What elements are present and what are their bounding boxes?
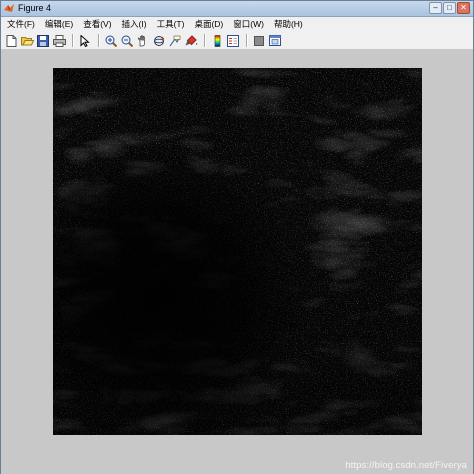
image-display bbox=[53, 68, 422, 435]
print-icon bbox=[52, 34, 66, 47]
figure-canvas: https://blog.csdn.net/Fiverya bbox=[1, 51, 473, 474]
save-button[interactable] bbox=[36, 34, 50, 48]
menu-window[interactable]: 窗口(W) bbox=[233, 17, 264, 32]
maximize-button[interactable]: □ bbox=[443, 2, 456, 14]
menu-file[interactable]: 文件(F) bbox=[7, 17, 35, 32]
menu-bar: 文件(F) 编辑(E) 查看(V) 插入(I) 工具(T) 桌面(D) 窗口(W… bbox=[1, 17, 473, 32]
brush-button[interactable] bbox=[184, 34, 198, 48]
open-file-icon bbox=[20, 37, 34, 46]
toolbar-separator bbox=[98, 34, 100, 47]
new-figure-button[interactable] bbox=[4, 34, 18, 48]
show-plot-tools-button[interactable] bbox=[268, 34, 282, 48]
pointer-button[interactable] bbox=[78, 34, 92, 48]
window-title: Figure 4 bbox=[18, 3, 52, 13]
show-plot-tools-icon bbox=[269, 35, 281, 46]
close-button[interactable]: ✕ bbox=[457, 2, 470, 14]
data-cursor-button[interactable] bbox=[168, 34, 182, 48]
menu-desktop[interactable]: 桌面(D) bbox=[194, 17, 223, 32]
pan-hand-icon bbox=[138, 34, 145, 46]
minimize-button[interactable]: – bbox=[429, 2, 442, 14]
image-axes[interactable] bbox=[53, 68, 422, 435]
rotate-3d-icon bbox=[154, 35, 165, 46]
toolbar-separator bbox=[246, 34, 248, 47]
legend-icon bbox=[227, 34, 239, 47]
hide-plot-tools-icon bbox=[254, 35, 264, 46]
zoom-in-icon bbox=[105, 35, 117, 47]
figure-window: Figure 4 – □ ✕ 文件(F) 编辑(E) 查看(V) 插入(I) 工… bbox=[0, 0, 474, 474]
colorbar-icon bbox=[214, 34, 220, 47]
zoom-in-button[interactable] bbox=[104, 34, 118, 48]
legend-button[interactable] bbox=[226, 34, 240, 48]
window-controls: – □ ✕ bbox=[429, 2, 470, 14]
pointer-icon bbox=[80, 34, 90, 47]
title-bar[interactable]: Figure 4 – □ ✕ bbox=[1, 1, 473, 17]
colorbar-button[interactable] bbox=[210, 34, 224, 48]
toolbar-separator bbox=[72, 34, 74, 47]
menu-help[interactable]: 帮助(H) bbox=[274, 17, 303, 32]
menu-insert[interactable]: 插入(I) bbox=[122, 17, 147, 32]
hide-plot-tools-button[interactable] bbox=[252, 34, 266, 48]
brush-icon bbox=[185, 34, 197, 45]
new-figure-icon bbox=[6, 34, 16, 47]
open-file-button[interactable] bbox=[20, 34, 34, 48]
menu-edit[interactable]: 编辑(E) bbox=[45, 17, 73, 32]
rotate-3d-button[interactable] bbox=[152, 34, 166, 48]
menu-view[interactable]: 查看(V) bbox=[83, 17, 111, 32]
save-icon bbox=[37, 34, 49, 47]
pan-button[interactable] bbox=[136, 34, 150, 48]
matlab-app-icon bbox=[4, 4, 14, 12]
watermark-url: https://blog.csdn.net/Fiverya bbox=[345, 460, 467, 471]
data-cursor-icon bbox=[169, 35, 181, 46]
figure-toolbar bbox=[1, 32, 473, 50]
toolbar-separator bbox=[204, 34, 206, 47]
menu-tools[interactable]: 工具(T) bbox=[157, 17, 185, 32]
zoom-out-button[interactable] bbox=[120, 34, 134, 48]
print-button[interactable] bbox=[52, 34, 66, 48]
zoom-out-icon bbox=[121, 35, 133, 47]
